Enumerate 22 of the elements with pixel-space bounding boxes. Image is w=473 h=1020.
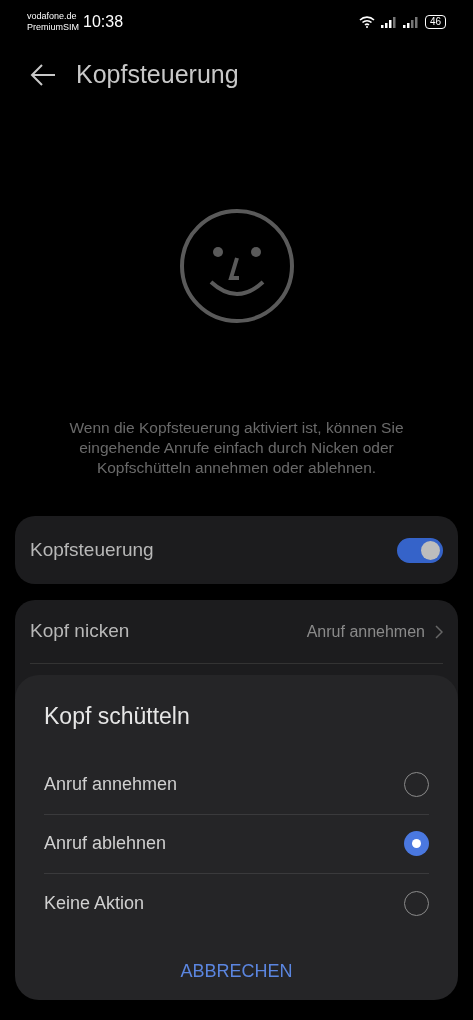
- page-title: Kopfsteuerung: [76, 59, 239, 91]
- battery-indicator: 46: [424, 15, 446, 29]
- setting-label: Kopfsteuerung: [30, 537, 154, 562]
- chevron-right-icon: [435, 624, 443, 639]
- setting-value: Anruf annehmen: [306, 621, 425, 642]
- dialog-title: Kopf schütteln: [44, 702, 191, 731]
- radio-button[interactable]: [404, 831, 429, 856]
- carrier-name: vodafone.de: [27, 11, 78, 22]
- back-arrow-icon[interactable]: [30, 64, 56, 86]
- description-text: Wenn die Kopfsteuerung aktiviert ist, können Sie eingehende Anrufe einfach durch Nicken oder Kopfschütteln annehmen oder ablehnen.: [68, 418, 405, 478]
- wifi-icon: [358, 16, 375, 28]
- option-label[interactable]: Anruf ablehnen: [44, 830, 167, 857]
- option-label[interactable]: Keine Aktion: [44, 889, 145, 917]
- option-label[interactable]: Anruf annehmen: [44, 771, 178, 798]
- signal-icon: [402, 16, 419, 28]
- setting-label[interactable]: Kopf nicken: [30, 617, 130, 646]
- clock: 10:38: [83, 12, 124, 32]
- cancel-button[interactable]: ABBRECHEN: [172, 953, 301, 989]
- smiley-face-icon: [178, 208, 295, 324]
- toggle-switch[interactable]: [397, 537, 443, 563]
- carrier-name: PremiumSIM: [27, 22, 79, 33]
- signal-icon: [380, 16, 397, 28]
